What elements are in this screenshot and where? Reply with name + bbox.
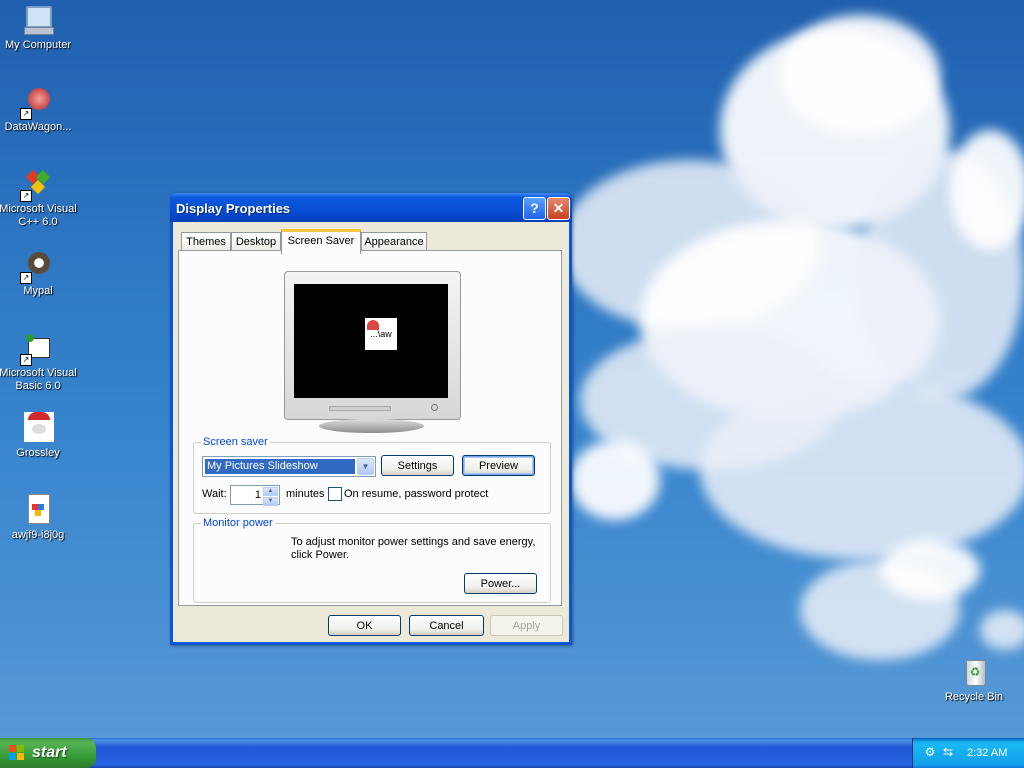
desktop-icon-label: Microsoft Visual C++ 6.0: [0, 203, 77, 228]
desktop-icon-datawagon[interactable]: ↗ DataWagon...: [0, 86, 78, 134]
dialog-title: Display Properties: [176, 201, 291, 216]
taskbar: start ⚙ ⇆ 2:32 AM: [0, 738, 1024, 768]
preview-button[interactable]: Preview: [462, 455, 535, 476]
desktop-icon-my-computer[interactable]: My Computer: [0, 4, 78, 52]
apply-button: Apply: [490, 615, 563, 636]
help-icon: ?: [530, 200, 539, 216]
power-led-icon: [431, 404, 438, 411]
desktop-icon-label: DataWagon...: [4, 121, 72, 133]
monitor-power-group-label: Monitor power: [201, 517, 275, 529]
chevron-down-icon[interactable]: ▼: [357, 458, 374, 475]
shortcut-arrow-icon: ↗: [20, 354, 32, 366]
spin-down-icon[interactable]: ▼: [263, 497, 278, 506]
slideshow-preview-image: ...\aw: [365, 318, 397, 350]
desktop-icon-label: My Computer: [4, 39, 72, 51]
visual-basic-icon: ↗: [20, 332, 54, 366]
tray-app-icon[interactable]: ⚙: [923, 745, 937, 759]
wait-minutes-stepper[interactable]: 1 ▲ ▼: [230, 485, 280, 506]
tray-network-icon[interactable]: ⇆: [941, 745, 955, 759]
clock[interactable]: 2:32 AM: [967, 747, 1007, 759]
recycle-bin-icon: ♻: [958, 656, 990, 688]
monitor-bezel-slot: [329, 406, 391, 411]
dialog-titlebar[interactable]: Display Properties ? ✕: [170, 193, 572, 222]
close-icon: ✕: [552, 200, 565, 216]
tab-appearance[interactable]: Appearance: [361, 232, 427, 251]
password-protect-checkbox[interactable]: [328, 487, 342, 501]
settings-button[interactable]: Settings: [381, 455, 454, 476]
desktop-icon-label: Microsoft Visual Basic 6.0: [0, 367, 77, 392]
display-properties-dialog: Display Properties ? ✕ Themes Desktop Sc…: [170, 193, 572, 645]
screen-saver-select[interactable]: My Pictures Slideshow ▼: [202, 456, 376, 477]
shortcut-arrow-icon: ↗: [20, 108, 32, 120]
desktop-icon-recycle-bin[interactable]: ♻ Recycle Bin: [934, 656, 1014, 704]
system-tray: ⚙ ⇆ 2:32 AM: [912, 738, 1024, 768]
monitor-stand: [319, 419, 424, 433]
desktop-icon-visual-basic[interactable]: ↗ Microsoft Visual Basic 6.0: [0, 332, 78, 393]
desktop-icon-label: Mypal: [23, 285, 53, 297]
wait-label: Wait:: [202, 488, 227, 500]
minutes-label: minutes: [286, 488, 325, 500]
desktop-icon-label: awjf9-i8j0g: [11, 529, 65, 541]
screen-saver-group-label: Screen saver: [201, 436, 270, 448]
monitor-power-description: To adjust monitor power settings and sav…: [291, 536, 536, 561]
password-protect-label[interactable]: On resume, password protect: [344, 488, 488, 500]
monitor-preview: ...\aw: [284, 271, 461, 420]
monitor-screen: ...\aw: [294, 284, 448, 398]
desktop-icon-image-file[interactable]: awjf9-i8j0g: [0, 494, 78, 542]
datawagon-shortcut-icon: ↗: [20, 86, 54, 120]
power-button[interactable]: Power...: [464, 573, 537, 594]
spin-up-icon[interactable]: ▲: [263, 487, 278, 496]
cancel-button[interactable]: Cancel: [409, 615, 484, 636]
screen-saver-panel: ...\aw Screen saver My Pictures Slidesho…: [178, 250, 562, 606]
image-file-icon: [22, 494, 54, 526]
close-button[interactable]: ✕: [547, 197, 570, 220]
desktop-icon-mypal[interactable]: ↗ Mypal: [0, 250, 78, 298]
mypal-shortcut-icon: ↗: [20, 250, 54, 284]
shortcut-arrow-icon: ↗: [20, 272, 32, 284]
screen-saver-group: Screen saver My Pictures Slideshow ▼ Set…: [193, 436, 551, 514]
windows-logo-icon: [9, 745, 25, 761]
start-button[interactable]: start: [0, 738, 96, 768]
help-button[interactable]: ?: [523, 197, 546, 220]
desktop-icon-grossley[interactable]: Grossley: [0, 412, 78, 460]
shortcut-arrow-icon: ↗: [20, 190, 32, 202]
desktop-icon-label: Grossley: [16, 447, 60, 459]
visual-cpp-icon: ↗: [20, 168, 54, 202]
start-label: start: [32, 744, 67, 761]
my-computer-icon: [22, 4, 54, 36]
wait-value: 1: [254, 489, 261, 501]
grossley-icon: [22, 412, 54, 444]
spin-buttons[interactable]: ▲ ▼: [263, 487, 278, 506]
screen-saver-selected: My Pictures Slideshow: [205, 459, 355, 474]
monitor-power-group: Monitor power To adjust monitor power se…: [193, 517, 551, 603]
desktop-icon-visual-cpp[interactable]: ↗ Microsoft Visual C++ 6.0: [0, 168, 78, 229]
ok-button[interactable]: OK: [328, 615, 401, 636]
tab-themes[interactable]: Themes: [181, 232, 231, 251]
tab-desktop[interactable]: Desktop: [231, 232, 281, 251]
dialog-body: Themes Desktop Screen Saver Appearance .…: [173, 222, 569, 642]
tab-screen-saver[interactable]: Screen Saver: [281, 229, 361, 254]
desktop-icon-label: Recycle Bin: [944, 691, 1004, 703]
preview-caption: ...\aw: [370, 329, 392, 339]
